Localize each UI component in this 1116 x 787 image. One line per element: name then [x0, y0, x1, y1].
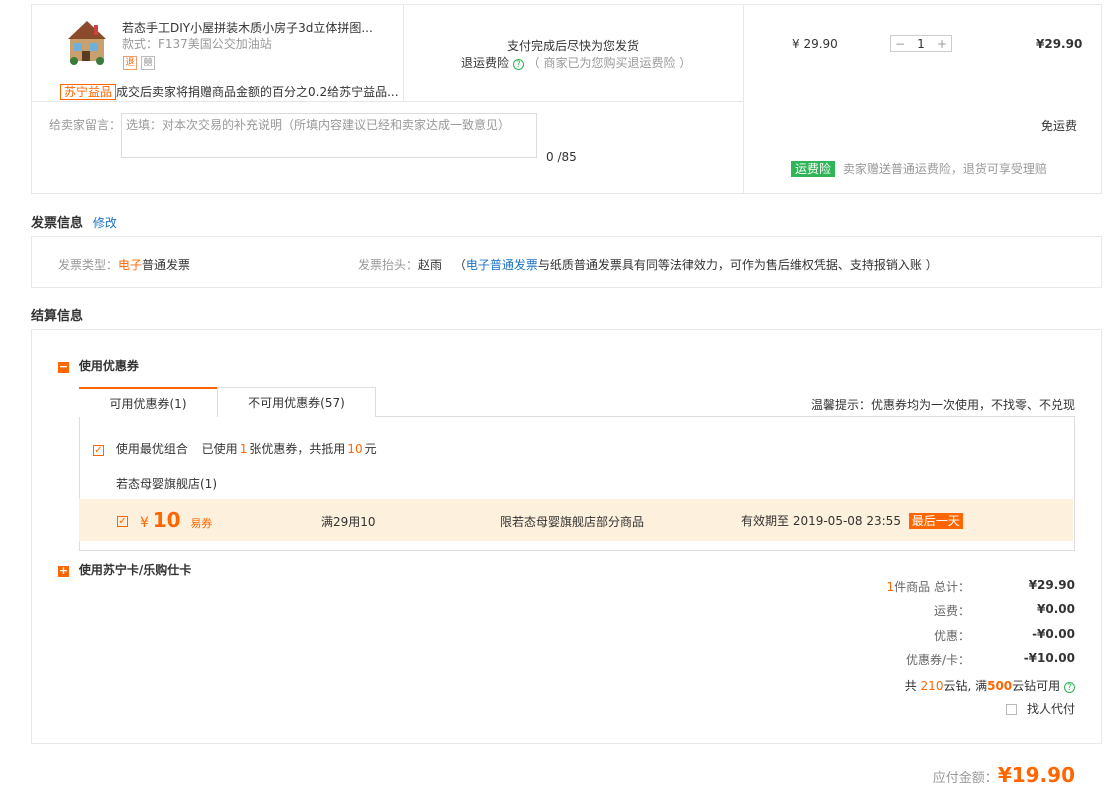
cloud-mid: 云钻, 满 — [943, 679, 988, 693]
coupon-expiry: 有效期至 2019-05-08 23:55 — [741, 514, 901, 528]
message-counter: 0 /85 — [546, 150, 577, 164]
service-tag-icon: 囍 — [141, 56, 155, 70]
store-name: 若态母婴旗舰店(1) — [116, 477, 217, 491]
summary-count-row: 1件商品 总计： — [770, 578, 970, 595]
expand-icon[interactable]: + — [58, 565, 69, 577]
settlement-title: 结算信息 — [31, 309, 84, 324]
summary-total: ¥29.90 — [1028, 578, 1075, 592]
find-pay-checkbox[interactable] — [1006, 704, 1018, 715]
coupon-section-title: 使用优惠券 — [78, 359, 139, 373]
charity-text: 成交后卖家将捐赠商品金额的百分之0.2给苏宁益品... — [116, 85, 399, 99]
collapse-icon[interactable]: − — [58, 361, 69, 373]
quantity-value[interactable]: 1 — [911, 37, 931, 51]
best-combo-row: ✓ 使用最优组合 已使用 1 张优惠券，共抵用 10 元 — [93, 440, 377, 457]
message-label: 给卖家留言： — [49, 118, 122, 132]
invoice-note-text: 与纸质普通发票具有同等法律效力，可作为售后维权凭据、支持报销入账 ） — [537, 258, 938, 272]
ship-note: 支付完成后尽快为您发货 — [507, 39, 640, 53]
minus-icon[interactable]: − — [891, 37, 909, 51]
coupon-checkbox-wrap: ✓ — [117, 513, 128, 527]
used-suffix: 元 — [364, 442, 377, 456]
coupon-value: ¥ 10 易券 — [140, 508, 212, 532]
card-section-title: 使用苏宁卡/乐购仕卡 — [78, 563, 192, 577]
product-divider-v2 — [743, 4, 744, 194]
invoice-header: 发票信息 修改 — [31, 212, 117, 231]
help-icon[interactable]: ? — [512, 59, 524, 70]
product-service-tags: 退囍 — [123, 54, 159, 70]
find-pay-row[interactable]: 找人代付 — [1006, 700, 1075, 717]
coupon-card-label: 优惠券/卡： — [905, 653, 970, 667]
invoice-type-label: 发票类型： — [58, 258, 119, 272]
cloud-min: 500 — [987, 679, 1013, 693]
coupon-tip: 温馨提示：优惠券均为一次使用，不找零、不兑现 — [810, 398, 1075, 412]
invoice-note-link[interactable]: 电子普通发票 — [466, 258, 538, 272]
card-section-header[interactable]: + 使用苏宁卡/乐购仕卡 — [58, 561, 191, 578]
invoice-header-info: 发票抬头：赵雨 （电子普通发票与纸质普通发票具有同等法律效力，可作为售后维权凭据… — [358, 256, 938, 273]
freight-label: 运费： — [933, 604, 970, 618]
freight-value: ¥0.00 — [1037, 602, 1075, 616]
invoice-title: 发票信息 — [31, 216, 84, 231]
discount-label: 优惠： — [933, 629, 970, 643]
best-combo-label: 使用最优组合 — [115, 442, 188, 456]
return-insurance-label: 退运费险 — [461, 56, 510, 70]
invoice-type-highlight: 电子 — [118, 258, 143, 272]
used-count: 1 — [239, 442, 248, 456]
insurance-row: 运费险 卖家赠送普通运费险，退货可享受理赔 — [791, 160, 1047, 177]
product-divider-h — [31, 101, 744, 102]
coupon-amount: 10 — [152, 508, 181, 532]
used-prefix: 已使用 — [201, 442, 238, 456]
product-title[interactable]: 若态手工DIY小屋拼装木质小房子3d立体拼图... — [122, 19, 373, 36]
invoice-type: 发票类型：电子普通发票 — [58, 256, 190, 273]
coupon-checkbox[interactable]: ✓ — [117, 516, 128, 527]
coupon-condition: 满29用10 — [321, 515, 376, 529]
product-divider-v1 — [403, 4, 404, 101]
insurance-text: 卖家赠送普通运费险，退货可享受理赔 — [842, 162, 1047, 176]
coupon-scope: 限若态母婴旗舰店部分商品 — [500, 515, 645, 529]
payable-amount: ¥19.90 — [997, 763, 1075, 787]
summary-count-label: 件商品 总计： — [894, 580, 970, 594]
cloud-diamond-row: 共 210云钻, 满500云钻可用 ? — [905, 677, 1075, 694]
coupon-card-value: -¥10.00 — [1023, 651, 1075, 665]
return-tag-icon: 退 — [123, 56, 137, 70]
return-insurance-note: （ 商家已为您购买退运费险 ） — [527, 56, 692, 70]
best-combo-checkbox[interactable]: ✓ — [93, 445, 104, 456]
used-mid: 张优惠券，共抵用 — [249, 442, 346, 456]
unit-price: ¥ 29.90 — [792, 37, 838, 51]
invoice-header-label: 发票抬头： — [358, 258, 419, 272]
payable-row: 应付金额：¥19.90 — [933, 763, 1075, 787]
cloud-help-icon[interactable]: ? — [1064, 682, 1075, 693]
cloud-suffix: 云钻可用 — [1012, 679, 1061, 693]
shipping-free: 免运费 — [1041, 119, 1078, 133]
product-image[interactable] — [66, 17, 108, 67]
cloud-count: 210 — [920, 679, 944, 693]
coupon-type: 易券 — [190, 517, 213, 530]
coupon-section-header[interactable]: − 使用优惠券 — [58, 357, 139, 374]
find-pay-label: 找人代付 — [1026, 702, 1075, 716]
used-amount: 10 — [347, 442, 363, 456]
invoice-note-open: （ — [453, 258, 466, 272]
invoice-edit-link[interactable]: 修改 — [93, 216, 117, 230]
product-spec: 款式：F137美国公交加油站 — [122, 37, 272, 51]
coupon-currency: ¥ — [140, 515, 149, 531]
quantity-stepper[interactable]: − 1 + — [890, 35, 952, 52]
return-insurance-row: 退运费险 ? （ 商家已为您购买退运费险 ） — [461, 54, 691, 71]
message-input[interactable]: 选填：对本次交易的补充说明（所填内容建议已经和卖家达成一致意见） — [121, 113, 537, 158]
item-subtotal: ¥29.90 — [1036, 37, 1083, 51]
insurance-badge: 运费险 — [791, 161, 836, 177]
last-day-badge: 最后一天 — [908, 513, 963, 529]
charity-row: 苏宁益品 成交后卖家将捐赠商品金额的百分之0.2给苏宁益品... — [60, 83, 399, 100]
tab-available-coupons[interactable]: 可用优惠券(1) — [79, 387, 217, 417]
plus-icon[interactable]: + — [933, 37, 951, 51]
invoice-type-value: 普通发票 — [142, 258, 191, 272]
charity-badge: 苏宁益品 — [60, 84, 117, 100]
cloud-prefix: 共 — [904, 679, 917, 693]
discount-value: -¥0.00 — [1032, 627, 1075, 641]
invoice-header-value: 赵雨 — [418, 258, 443, 272]
coupon-expiry-row: 有效期至 2019-05-08 23:55 最后一天 — [741, 512, 963, 529]
tab-unavailable-coupons[interactable]: 不可用优惠券(57) — [217, 387, 376, 417]
